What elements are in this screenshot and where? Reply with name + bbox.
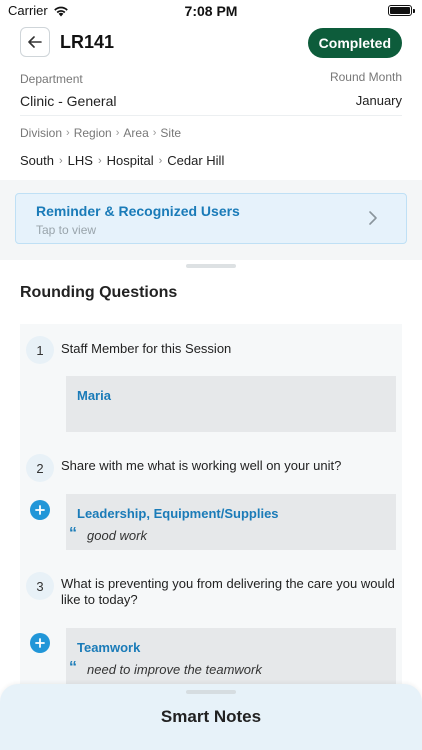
add-note-button[interactable]	[30, 633, 50, 653]
round-month-value: January	[355, 93, 402, 108]
clock: 7:08 PM	[184, 3, 238, 19]
answer-title: Leadership, Equipment/Supplies	[77, 506, 279, 521]
breadcrumb-value: Cedar Hill	[167, 153, 225, 168]
answer-card[interactable]: Leadership, Equipment/Supplies “ good wo…	[66, 494, 396, 550]
breadcrumb-label: Site	[160, 126, 182, 140]
header: LR141 Completed	[20, 26, 402, 62]
question-number: 1	[26, 336, 54, 364]
quote-icon: “	[69, 525, 77, 542]
smart-notes-sheet[interactable]: Smart Notes	[0, 684, 422, 750]
round-month-label: Round Month	[329, 70, 402, 84]
chevron-right-icon: ›	[158, 154, 163, 167]
chevron-right-icon: ›	[115, 127, 120, 139]
reminder-subtitle: Tap to view	[36, 223, 97, 237]
round-details: Department Round Month Clinic - General …	[20, 70, 402, 180]
plus-icon	[35, 638, 45, 648]
reminder-title: Reminder & Recognized Users	[36, 203, 240, 219]
smart-notes-title: Smart Notes	[160, 707, 262, 726]
add-note-button[interactable]	[30, 500, 50, 520]
answer-card[interactable]: Maria	[66, 376, 396, 432]
department-label: Department	[20, 72, 83, 86]
answer-note: good work	[87, 528, 147, 543]
chevron-right-icon: ›	[58, 154, 63, 167]
round-id-title: LR141	[60, 32, 115, 52]
breadcrumb-value: LHS	[67, 153, 93, 168]
drag-handle[interactable]	[186, 264, 236, 268]
question-text: Share with me what is working well on yo…	[61, 458, 342, 473]
quote-icon: “	[69, 659, 77, 676]
reminder-card[interactable]: Reminder & Recognized Users Tap to view	[15, 193, 407, 244]
back-arrow-icon	[28, 36, 42, 48]
back-button[interactable]	[20, 27, 50, 57]
question-number: 2	[26, 454, 54, 482]
plus-icon	[35, 505, 45, 515]
breadcrumb-labels: Division › Region › Area › Site	[20, 126, 402, 140]
answer-title: Maria	[77, 388, 111, 403]
breadcrumb-label: Division	[20, 126, 63, 140]
breadcrumb-label: Area	[123, 126, 149, 140]
status-badge: Completed	[307, 28, 402, 58]
divider	[20, 115, 402, 116]
department-value: Clinic - General	[20, 93, 117, 109]
question-number: 3	[26, 572, 54, 600]
status-bar: Carrier 7:08 PM	[0, 0, 422, 22]
chevron-right-icon: ›	[97, 154, 102, 167]
question-text: What is preventing you from delivering t…	[61, 576, 395, 607]
chevron-right-icon: ›	[66, 127, 70, 139]
question-text: Staff Member for this Session	[61, 341, 232, 356]
chevron-right-icon	[369, 211, 377, 225]
answer-note: need to improve the teamwork	[87, 662, 262, 677]
chevron-right-icon: ›	[152, 127, 157, 139]
answer-title: Teamwork	[77, 640, 141, 655]
breadcrumb-value: Hospital	[106, 153, 154, 168]
sheet-handle[interactable]	[186, 690, 236, 694]
answer-card[interactable]: Teamwork “ need to improve the teamwork	[66, 628, 396, 688]
section-title: Rounding Questions	[20, 284, 178, 301]
breadcrumb-value: South	[20, 153, 54, 168]
battery-icon	[388, 5, 415, 16]
breadcrumb-values: South › LHS › Hospital › Cedar Hill	[20, 153, 402, 168]
breadcrumb-label: Region	[73, 126, 112, 140]
